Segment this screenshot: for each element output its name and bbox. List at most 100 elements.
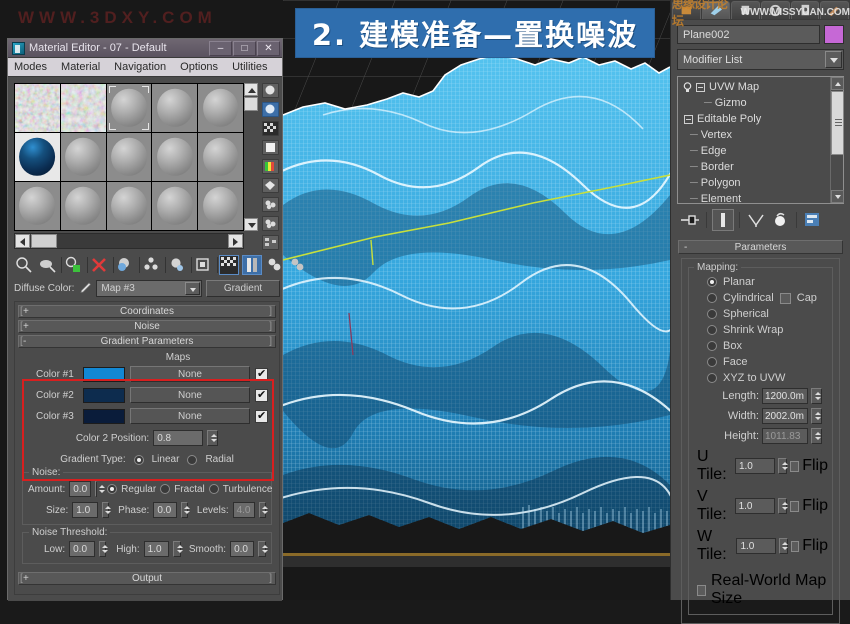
sample-uv-tiling-icon[interactable] xyxy=(261,159,279,174)
color-swatch-1[interactable] xyxy=(83,366,125,382)
radio-xyz-to-uvw[interactable] xyxy=(707,373,717,383)
radio-face[interactable] xyxy=(707,357,717,367)
map-name-field[interactable]: Map #3 xyxy=(96,279,202,297)
go-forward-to-sibling-icon[interactable] xyxy=(288,255,308,275)
modifier-stack[interactable]: UVW Map ─ Gizmo Editable Poly ─ Vertex ─… xyxy=(677,76,844,204)
collapse-toggle-icon[interactable] xyxy=(684,114,693,124)
threshold-high-input[interactable]: 1.0 xyxy=(143,541,170,557)
modifier-list-dropdown[interactable]: Modifier List xyxy=(677,49,844,70)
noise-levels-spinner[interactable] xyxy=(258,502,269,518)
menu-modes[interactable]: Modes xyxy=(14,61,47,73)
get-material-icon[interactable] xyxy=(261,83,279,98)
material-map-navigator-icon[interactable] xyxy=(261,235,279,250)
stack-item-polygon[interactable]: ─ Polygon xyxy=(678,175,830,191)
menu-options[interactable]: Options xyxy=(180,61,218,73)
put-material-to-scene-icon[interactable] xyxy=(37,255,57,275)
chevron-down-icon[interactable] xyxy=(185,281,200,295)
go-to-parent-icon[interactable] xyxy=(265,255,285,275)
light-bulb-icon[interactable] xyxy=(682,81,693,93)
color-swatch-3[interactable] xyxy=(83,408,125,424)
remove-modifier-icon[interactable] xyxy=(769,209,791,231)
command-panel-tabs[interactable] xyxy=(671,0,850,20)
gradient-type-button[interactable]: Gradient xyxy=(206,279,280,297)
modifier-stack-buttons[interactable] xyxy=(679,208,844,232)
radio-box[interactable] xyxy=(707,341,717,351)
radio-cylindrical[interactable] xyxy=(707,293,717,303)
u-tile-input[interactable]: 1.0 xyxy=(734,458,776,474)
color-swatch-2[interactable] xyxy=(83,387,125,403)
u-tile-spinner[interactable] xyxy=(778,458,788,474)
scroll-down-button[interactable] xyxy=(244,218,258,231)
noise-size-input[interactable]: 1.0 xyxy=(72,502,98,518)
sample-slot[interactable] xyxy=(152,84,198,132)
radio-shrink-wrap[interactable] xyxy=(707,325,717,335)
height-input[interactable]: 1011.83 xyxy=(762,428,808,444)
scroll-right-button[interactable] xyxy=(228,234,243,248)
sample-slot[interactable] xyxy=(198,84,243,132)
menu-navigation[interactable]: Navigation xyxy=(114,61,166,73)
radio-radial[interactable] xyxy=(187,454,198,465)
rollout-coordinates[interactable]: [ + Coordinates ] xyxy=(18,305,276,318)
radio-turbulence[interactable] xyxy=(208,484,219,494)
close-button[interactable]: ✕ xyxy=(257,40,280,56)
sample-slot[interactable] xyxy=(15,84,60,132)
chevron-down-icon[interactable] xyxy=(825,51,842,68)
sample-slot[interactable] xyxy=(152,182,198,230)
scroll-thumb[interactable] xyxy=(244,97,258,111)
threshold-low-spinner[interactable] xyxy=(98,541,108,557)
width-input[interactable]: 2002.0m xyxy=(762,408,808,424)
tab-utilities[interactable] xyxy=(820,1,850,19)
width-spinner[interactable] xyxy=(811,408,822,424)
mapping-option-shrink-wrap[interactable]: Shrink Wrap xyxy=(693,324,828,336)
sample-slot[interactable] xyxy=(152,133,198,181)
color-map-button-2[interactable]: None xyxy=(130,387,250,403)
make-preview-icon[interactable] xyxy=(261,197,279,212)
tab-create[interactable] xyxy=(672,1,701,19)
radio-planar[interactable] xyxy=(707,277,717,287)
scroll-down-button[interactable] xyxy=(831,190,844,203)
maximize-button[interactable]: □ xyxy=(233,40,256,56)
terrain-mesh[interactable] xyxy=(283,55,670,555)
minimize-button[interactable]: – xyxy=(209,40,232,56)
mapping-option-cylindrical[interactable]: Cylindrical Cap xyxy=(693,292,828,304)
eyedropper-icon[interactable] xyxy=(78,281,92,295)
noise-size-spinner[interactable] xyxy=(101,502,112,518)
sample-slot[interactable] xyxy=(106,182,152,230)
background-checker-icon[interactable] xyxy=(261,121,279,136)
show-map-in-viewport-toggle[interactable] xyxy=(219,255,239,275)
threshold-smooth-input[interactable]: 0.0 xyxy=(230,541,255,557)
length-spinner[interactable] xyxy=(811,388,822,404)
sample-slot[interactable] xyxy=(60,182,106,230)
sample-slot[interactable] xyxy=(198,133,243,181)
slot-vertical-scrollbar[interactable] xyxy=(244,83,258,231)
color-map-button-3[interactable]: None xyxy=(130,408,250,424)
show-end-result-icon[interactable] xyxy=(242,255,262,275)
material-editor-toolbar[interactable] xyxy=(14,253,304,277)
stack-item-border[interactable]: ─ Border xyxy=(678,159,830,175)
put-to-library-icon[interactable] xyxy=(167,255,187,275)
options-icon[interactable] xyxy=(261,216,279,231)
video-color-check-icon[interactable] xyxy=(261,178,279,193)
tab-display[interactable] xyxy=(790,1,820,19)
real-world-checkbox[interactable] xyxy=(697,584,706,596)
radio-regular[interactable] xyxy=(107,484,118,494)
sample-slot[interactable] xyxy=(15,182,60,230)
threshold-high-spinner[interactable] xyxy=(173,541,183,557)
stack-item-edge[interactable]: ─ Edge xyxy=(678,143,830,159)
radio-spherical[interactable] xyxy=(707,309,717,319)
backlight-icon[interactable] xyxy=(261,140,279,155)
configure-modifier-sets-icon[interactable] xyxy=(802,209,824,231)
make-unique-icon[interactable] xyxy=(141,255,161,275)
show-map-in-viewport-icon[interactable] xyxy=(261,102,279,117)
menu-utilities[interactable]: Utilities xyxy=(232,61,267,73)
scroll-up-button[interactable] xyxy=(831,77,844,90)
radio-linear[interactable] xyxy=(133,454,144,465)
object-name-input[interactable]: Plane002 xyxy=(677,25,820,44)
material-editor-side-toolbar[interactable] xyxy=(260,83,280,263)
tab-motion[interactable] xyxy=(761,1,790,19)
sample-slot[interactable] xyxy=(198,182,243,230)
stack-item-gizmo[interactable]: ─ Gizmo xyxy=(678,95,830,111)
scroll-up-button[interactable] xyxy=(244,83,258,96)
sample-slot[interactable] xyxy=(106,84,152,132)
sample-slot-active[interactable] xyxy=(15,133,60,181)
